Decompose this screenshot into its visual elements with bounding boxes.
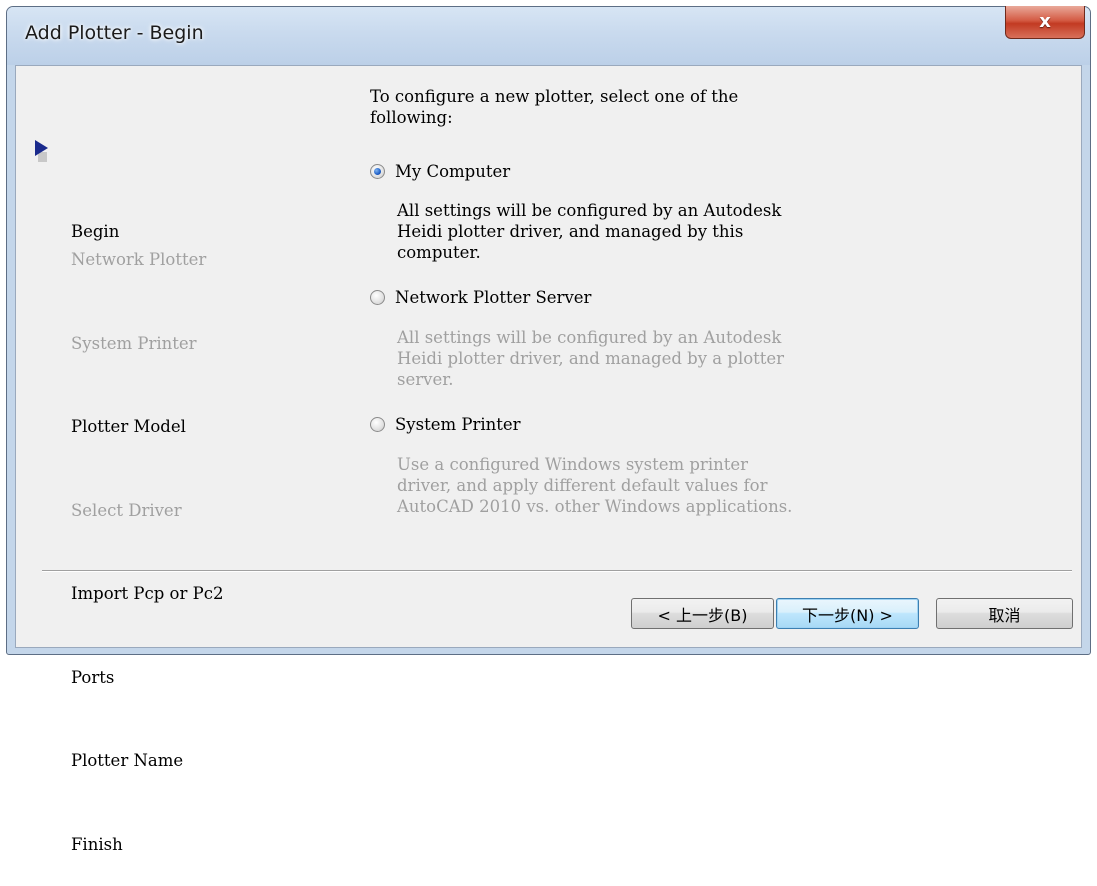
intro-line: following:: [370, 108, 453, 127]
window-title: Add Plotter - Begin: [25, 22, 204, 44]
desc-line: Heidi plotter driver, and managed by thi…: [397, 222, 744, 241]
option-network-plotter-server[interactable]: Network Plotter Server: [370, 284, 591, 312]
radio-unselected-icon[interactable]: [370, 417, 385, 433]
step-label: Import Pcp or Pc2: [70, 584, 224, 603]
desc-line: All settings will be configured by an Au…: [397, 201, 782, 220]
option-label: System Printer: [395, 415, 521, 434]
close-icon: x: [1039, 11, 1051, 32]
step-import-pcp: Import Pcp or Pc2: [38, 553, 223, 603]
option-system-printer[interactable]: System Printer: [370, 411, 521, 439]
title-bar[interactable]: Add Plotter - Begin x: [7, 6, 1090, 65]
desc-line: All settings will be configured by an Au…: [397, 328, 782, 347]
intro-line: To configure a new plotter, select one o…: [370, 87, 739, 106]
option-label: Network Plotter Server: [395, 288, 592, 307]
step-finish: Finish: [38, 803, 223, 854]
step-begin: Begin: [35, 135, 223, 241]
step-system-printer: System Printer: [38, 302, 223, 353]
option-description: Use a configured Windows system printer …: [397, 454, 792, 517]
desc-line: Use a configured Windows system printer: [397, 455, 749, 474]
step-network-plotter: Network Plotter: [38, 219, 223, 269]
step-plotter-model: Plotter Model: [38, 386, 223, 436]
back-button[interactable]: < 上一步(B): [631, 598, 774, 629]
back-button-label: < 上一步(B): [657, 605, 748, 625]
step-label: Ports: [70, 667, 115, 687]
step-label: Plotter Name: [70, 751, 184, 770]
step-label: Plotter Model: [70, 417, 186, 436]
step-label: Select Driver: [70, 500, 182, 520]
option-my-computer[interactable]: My Computer: [370, 158, 510, 186]
next-button[interactable]: 下一步(N) >: [776, 598, 919, 629]
option-description: All settings will be configured by an Au…: [397, 327, 784, 390]
option-label: My Computer: [395, 162, 511, 181]
close-button[interactable]: x: [1005, 6, 1085, 39]
step-label: Finish: [70, 834, 123, 854]
desc-line: driver, and apply different default valu…: [397, 476, 768, 495]
radio-selected-icon[interactable]: [370, 164, 385, 180]
wizard-steps-list: Begin Network Plotter System Printer Plo…: [35, 80, 223, 859]
footer-separator: [42, 570, 1072, 572]
current-step-arrow-icon: [35, 140, 48, 156]
intro-text: To configure a new plotter, select one o…: [370, 86, 738, 128]
step-plotter-name: Plotter Name: [38, 720, 223, 770]
desc-line: computer.: [397, 243, 481, 262]
step-ports: Ports: [38, 636, 223, 687]
desc-line: AutoCAD 2010 vs. other Windows applicati…: [397, 497, 793, 516]
step-label: System Printer: [70, 333, 197, 353]
desc-line: Heidi plotter driver, and managed by a p…: [397, 349, 785, 368]
cancel-button[interactable]: 取消: [936, 598, 1073, 629]
step-label: Network Plotter: [70, 250, 207, 269]
radio-unselected-icon[interactable]: [370, 290, 385, 306]
cancel-button-label: 取消: [988, 605, 1021, 625]
option-description: All settings will be configured by an Au…: [397, 200, 781, 263]
desc-line: server.: [397, 370, 454, 389]
next-button-label: 下一步(N) >: [802, 605, 893, 625]
step-select-driver: Select Driver: [38, 469, 223, 520]
